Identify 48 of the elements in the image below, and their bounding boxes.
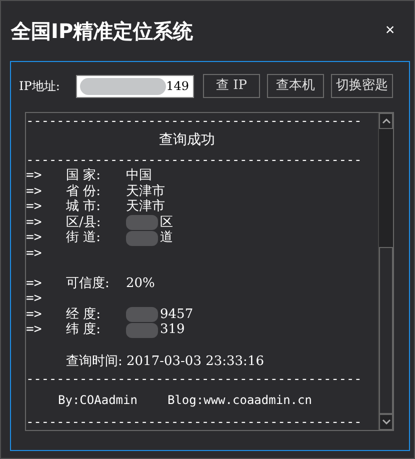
field-value: 天津市 <box>126 184 165 199</box>
field-value: 区 <box>160 214 173 230</box>
dashed-rule: -------------------------------------------- <box>26 114 362 130</box>
down-chevron-icon <box>382 419 390 425</box>
ip-input-field[interactable]: 149 <box>76 74 194 98</box>
scroll-thumb[interactable] <box>379 247 393 414</box>
field-value: 天津市 <box>126 199 165 215</box>
ip-value: 149 <box>166 78 189 95</box>
action-button[interactable]: 查 IP <box>203 74 260 98</box>
dashed-rule: -------------------------------------------- <box>26 414 362 430</box>
arrow-marker: => <box>26 291 42 307</box>
field-label: 可信度: <box>66 276 110 292</box>
scroll-up-button[interactable] <box>379 113 393 129</box>
query-time: 查询时间: 2017-03-03 23:33:16 <box>66 354 264 370</box>
arrow-marker: => <box>26 199 43 215</box>
scrollbar[interactable] <box>378 113 393 430</box>
arrow-marker: => <box>26 168 43 184</box>
scroll-down-button[interactable] <box>379 414 393 430</box>
field-value: 20% <box>126 276 155 292</box>
dashed-rule: -------------------------------------------- <box>26 372 362 388</box>
field-value: 9457 <box>160 306 194 322</box>
field-label: 城 市: <box>66 199 102 215</box>
field-label: 区/县: <box>66 214 102 230</box>
arrow-marker: => <box>26 246 42 262</box>
field-value: 道 <box>160 230 173 246</box>
result-heading: 查询成功 <box>159 133 215 149</box>
action-button[interactable]: 切换密匙 <box>331 74 393 98</box>
window-title: 全国IP精准定位系统 <box>11 18 194 45</box>
arrow-marker: => <box>26 276 43 292</box>
dashed-rule: -------------------------------------------- <box>26 152 362 168</box>
arrow-marker: => <box>26 184 43 200</box>
arrow-marker: => <box>26 306 43 322</box>
field-label: 纬 度: <box>66 322 102 338</box>
field-label: 省 份: <box>66 184 102 199</box>
field-label: 国 家: <box>66 168 102 184</box>
field-label: 经 度: <box>66 306 102 322</box>
author-credit: By:COAadmin <box>58 393 138 409</box>
arrow-marker: => <box>26 214 43 230</box>
field-value: 319 <box>160 322 185 338</box>
arrow-marker: => <box>26 230 43 246</box>
close-button[interactable]: × <box>380 21 400 41</box>
ip-label: IP地址: <box>19 78 61 95</box>
field-label: 街 道: <box>66 230 102 246</box>
action-button[interactable]: 查本机 <box>267 74 324 98</box>
field-value: 中国 <box>126 168 152 184</box>
up-chevron-icon <box>382 118 390 124</box>
blog-credit: Blog:www.coaadmin.cn <box>167 393 312 409</box>
arrow-marker: => <box>26 322 43 338</box>
